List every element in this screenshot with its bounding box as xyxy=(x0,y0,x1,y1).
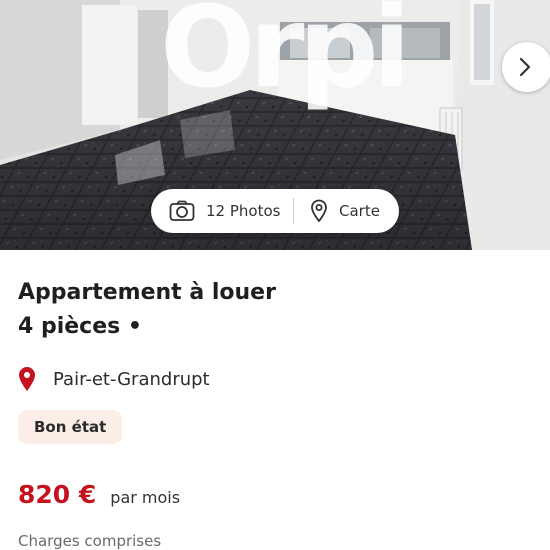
listing-title: Appartement à louer 4 pièces • xyxy=(18,276,488,344)
photos-count-label: 12 Photos xyxy=(206,202,281,220)
photos-button[interactable]: 12 Photos xyxy=(151,189,293,233)
next-photo-button[interactable] xyxy=(502,42,550,92)
location-pin-icon xyxy=(19,367,35,391)
listing-location: Pair-et-Grandrupt xyxy=(18,366,210,392)
listing-title-line1: Appartement à louer xyxy=(18,280,276,305)
location-text: Pair-et-Grandrupt xyxy=(53,368,210,390)
listing-price: 820 € par mois xyxy=(18,480,180,509)
map-label: Carte xyxy=(339,202,380,220)
listing-rooms: 4 pièces • xyxy=(18,314,142,339)
price-amount: 820 € xyxy=(18,480,97,509)
chevron-right-icon xyxy=(519,57,531,77)
camera-icon xyxy=(169,200,195,221)
agency-watermark-logo: Orpi xyxy=(160,0,411,113)
media-actions-pill: 12 Photos Carte xyxy=(151,189,399,233)
condition-badge: Bon état xyxy=(18,410,123,444)
charges-note: Charges comprises xyxy=(18,532,162,550)
listing-photo[interactable]: Orpi 12 Photos Carte xyxy=(0,0,550,250)
map-pin-outline-icon xyxy=(311,199,327,222)
map-button[interactable]: Carte xyxy=(294,189,380,233)
price-period: par mois xyxy=(110,488,181,507)
